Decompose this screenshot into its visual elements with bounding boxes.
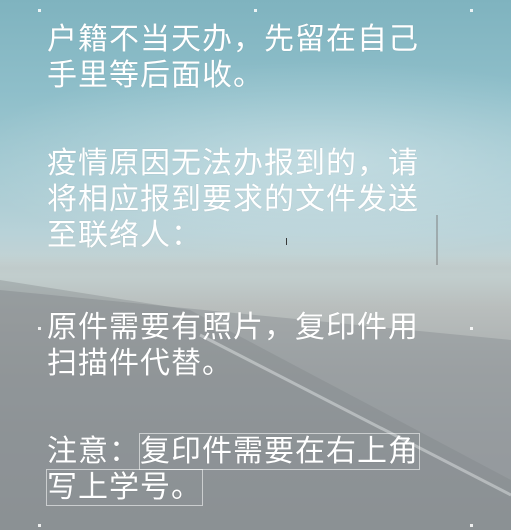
roadside-pole (436, 215, 438, 265)
paragraph-registration[interactable]: 户籍不当天办，先留在自己 手里等后面收。 (47, 22, 419, 94)
paragraph-epidemic[interactable]: 疫情原因无法办报到的，请 将相应报到要求的文件发送 至联络人： (47, 146, 419, 254)
paragraph-line: 疫情原因无法办报到的，请 (47, 146, 419, 181)
paragraph-line: 原件需要有照片，复印件用 (47, 310, 419, 345)
paragraph-line: 户籍不当天办，先留在自己 (47, 22, 419, 57)
paragraph-line: 至联络人： (47, 218, 202, 253)
horizon-band (0, 255, 511, 277)
paragraph-line: 注意：复印件需要在右上角 (47, 433, 420, 470)
note-label: 注意： (47, 434, 140, 469)
selection-handle[interactable] (470, 9, 473, 12)
paragraph-line: 扫描件代替。 (47, 346, 233, 381)
highlighted-text[interactable]: 写上学号。 (46, 469, 203, 506)
paragraph-line: 手里等后面收。 (47, 58, 264, 93)
paragraph-originals-selected[interactable]: 原件需要有照片，复印件用 扫描件代替。 (47, 310, 419, 382)
selection-handle[interactable] (254, 9, 257, 12)
highlighted-text[interactable]: 复印件需要在右上角 (139, 433, 420, 470)
selection-handle[interactable] (38, 327, 41, 330)
selection-handle[interactable] (38, 524, 41, 527)
paragraph-note[interactable]: 注意：复印件需要在右上角 写上学号。 (46, 433, 420, 506)
paragraph-line: 写上学号。 (46, 469, 419, 506)
paragraph-line: 将相应报到要求的文件发送 (47, 182, 419, 217)
selection-handle[interactable] (38, 9, 41, 12)
text-cursor-icon: I (285, 237, 288, 248)
slide-canvas[interactable]: 户籍不当天办，先留在自己 手里等后面收。 疫情原因无法办报到的，请 将相应报到要… (0, 0, 511, 530)
selection-handle[interactable] (470, 524, 473, 527)
selection-handle[interactable] (470, 327, 473, 330)
